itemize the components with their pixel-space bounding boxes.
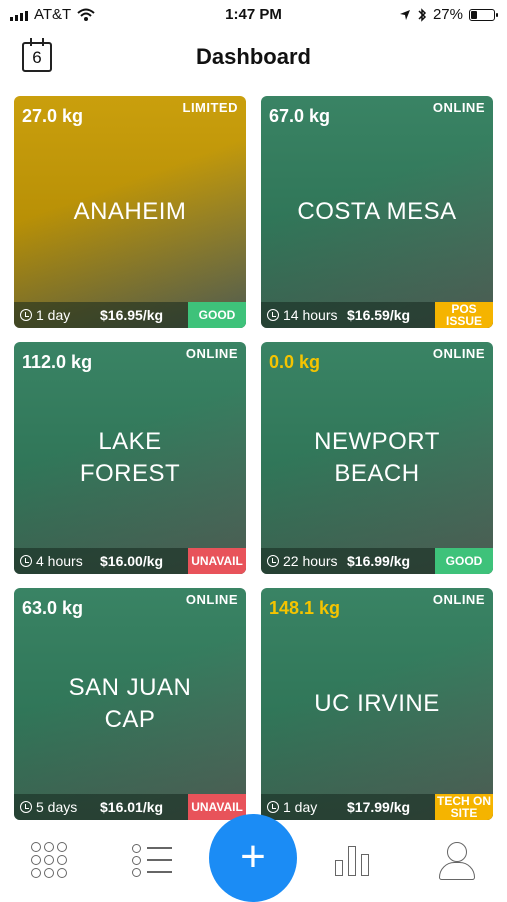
clock-icon [267, 801, 279, 813]
station-footer: 4 hours $16.00/kg UNAVAIL [14, 548, 246, 574]
station-footer: 5 days $16.01/kg UNAVAIL [14, 794, 246, 820]
station-status: LIMITED [182, 100, 238, 115]
clock-icon [20, 309, 32, 321]
station-name: LAKE FOREST [14, 426, 246, 490]
status-right: 27% [399, 6, 498, 23]
station-footer: 14 hours $16.59/kg POS ISSUE [261, 302, 493, 328]
page-title: Dashboard [196, 44, 311, 69]
station-name: NEWPORT BEACH [261, 426, 493, 490]
station-updated: 4 hours [20, 553, 83, 569]
station-weight: 67.0 kg [269, 106, 331, 126]
station-updated: 1 day [20, 307, 70, 323]
station-since: 1 day [36, 307, 71, 323]
station-since: 14 hours [283, 307, 338, 323]
battery-icon [469, 8, 498, 21]
clock-icon [20, 555, 32, 567]
bluetooth-icon [418, 7, 427, 22]
station-footer: 1 day $16.95/kg GOOD [14, 302, 246, 328]
station-price: $16.99/kg [347, 553, 411, 569]
profile-icon[interactable] [437, 842, 477, 882]
station-badge: POS ISSUE [435, 302, 493, 328]
station-name-line: CAP [104, 706, 156, 733]
station-since: 22 hours [283, 553, 338, 569]
station-updated: 22 hours [267, 553, 337, 569]
station-updated: 1 day [267, 799, 317, 815]
station-name: UC IRVINE [261, 688, 493, 720]
station-since: 1 day [283, 799, 318, 815]
station-name: SAN JUAN CAP [14, 672, 246, 736]
add-button[interactable]: + [209, 814, 297, 902]
station-card[interactable]: 27.0 kg LIMITED ANAHEIM 1 day $16.95/kg … [14, 96, 246, 328]
station-updated: 14 hours [267, 307, 337, 323]
battery-percent: 27% [432, 6, 463, 23]
station-card[interactable]: 148.1 kg ONLINE UC IRVINE 1 day $17.99/k… [261, 588, 493, 820]
status-bar: AT&T 1:47 PM 27% [0, 0, 507, 30]
clock-icon [20, 801, 32, 813]
station-badge: TECH ON SITE [435, 794, 493, 820]
station-updated: 5 days [20, 799, 77, 815]
station-price: $17.99/kg [347, 799, 411, 815]
bar-chart-icon[interactable] [335, 842, 375, 882]
station-badge: GOOD [188, 302, 246, 328]
station-name-line: LAKE [98, 428, 162, 455]
station-price: $16.00/kg [100, 553, 164, 569]
station-name-line: NEWPORT [314, 428, 440, 455]
station-weight: 148.1 kg [269, 598, 341, 618]
station-name-line: BEACH [334, 460, 420, 487]
station-since: 5 days [36, 799, 78, 815]
station-price: $16.01/kg [100, 799, 164, 815]
clock-icon [267, 555, 279, 567]
station-status: ONLINE [185, 346, 238, 361]
station-price: $16.95/kg [100, 307, 164, 323]
station-footer: 22 hours $16.99/kg GOOD [261, 548, 493, 574]
station-price: $16.59/kg [347, 307, 411, 323]
station-card[interactable]: 0.0 kg ONLINE NEWPORT BEACH 22 hours $16.… [261, 342, 493, 574]
station-status: ONLINE [432, 346, 485, 361]
clock-icon [267, 309, 279, 321]
station-weight: 27.0 kg [22, 106, 84, 126]
station-since: 4 hours [36, 553, 83, 569]
station-weight: 63.0 kg [22, 598, 84, 618]
station-weight: 112.0 kg [22, 352, 93, 372]
list-icon[interactable] [132, 842, 172, 882]
station-name-line: FOREST [79, 460, 181, 487]
station-footer: 1 day $17.99/kg TECH ON SITE [261, 794, 493, 820]
station-card[interactable]: 112.0 kg ONLINE LAKE FOREST 4 hours $16.0… [14, 342, 246, 574]
station-name-line: COSTA MESA [297, 198, 457, 225]
grid-icon[interactable] [31, 842, 71, 882]
station-badge: GOOD [435, 548, 493, 574]
station-name-line: ANAHEIM [73, 198, 187, 225]
station-weight: 0.0 kg [269, 352, 321, 372]
header: 6 Dashboard [0, 36, 507, 84]
station-status: ONLINE [432, 100, 485, 115]
location-icon [399, 9, 410, 20]
station-status: ONLINE [432, 592, 485, 607]
station-badge: UNAVAIL [188, 548, 246, 574]
bottom-nav: + [0, 814, 507, 902]
station-name: ANAHEIM [14, 196, 246, 228]
station-name: COSTA MESA [261, 196, 493, 228]
station-card[interactable]: 63.0 kg ONLINE SAN JUAN CAP 5 days $16.01… [14, 588, 246, 820]
station-name-line: UC IRVINE [314, 690, 440, 717]
station-status: ONLINE [185, 592, 238, 607]
station-name-line: SAN JUAN [68, 674, 192, 701]
station-card[interactable]: 67.0 kg ONLINE COSTA MESA 14 hours $16.5… [261, 96, 493, 328]
